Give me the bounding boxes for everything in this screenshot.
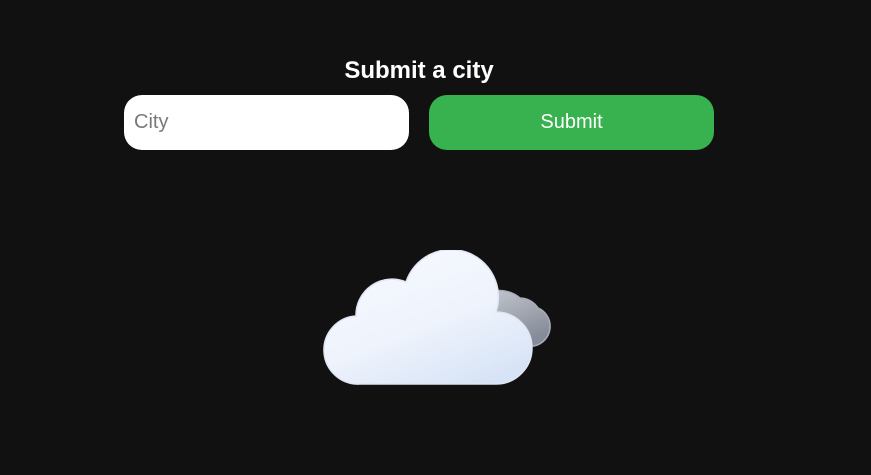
submit-button[interactable]: Submit: [429, 95, 714, 150]
front-cloud: [323, 250, 533, 385]
weather-page: Submit a city Submit: [0, 0, 871, 475]
city-input[interactable]: [124, 95, 409, 150]
page-title: Submit a city: [344, 57, 494, 84]
cloudy-icon: [323, 250, 551, 385]
city-form: Submit: [124, 95, 714, 150]
